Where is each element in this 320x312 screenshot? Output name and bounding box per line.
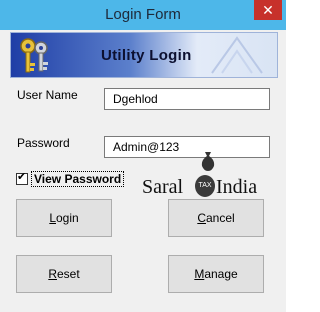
form-client-area: Utility Login User Name Password ✔ View … (6, 30, 280, 306)
login-form-window: Login Form ✕ Utility Login User Name Dge… (0, 0, 286, 312)
logo-text-left: Saral (142, 176, 184, 198)
cancel-button[interactable]: Cancel (168, 199, 264, 237)
banner-title: Utility Login (101, 47, 192, 64)
logo-tax-badge: TAX (195, 175, 215, 197)
saral-india-logo: Saral TAX India (142, 150, 282, 200)
view-password-checkbox[interactable]: ✔ (16, 171, 28, 185)
password-label: Password (17, 136, 70, 150)
decorative-lines-icon (211, 36, 263, 74)
logo-text-right: India (216, 176, 258, 198)
title-bar[interactable]: Login Form ✕ (0, 0, 286, 30)
utility-login-banner: Utility Login (10, 32, 278, 78)
keys-icon (20, 38, 48, 73)
close-icon: ✕ (262, 2, 274, 18)
reset-button[interactable]: Reset (16, 255, 112, 293)
username-input[interactable] (104, 88, 270, 110)
window-title: Login Form (105, 6, 181, 23)
login-button[interactable]: Login (16, 199, 112, 237)
view-password-label[interactable]: View Password (31, 171, 125, 187)
money-bag-icon (201, 152, 215, 171)
close-button[interactable]: ✕ (254, 0, 282, 20)
checkmark-icon: ✔ (17, 171, 27, 183)
manage-button[interactable]: Manage (168, 255, 264, 293)
username-label: User Name (17, 88, 78, 102)
